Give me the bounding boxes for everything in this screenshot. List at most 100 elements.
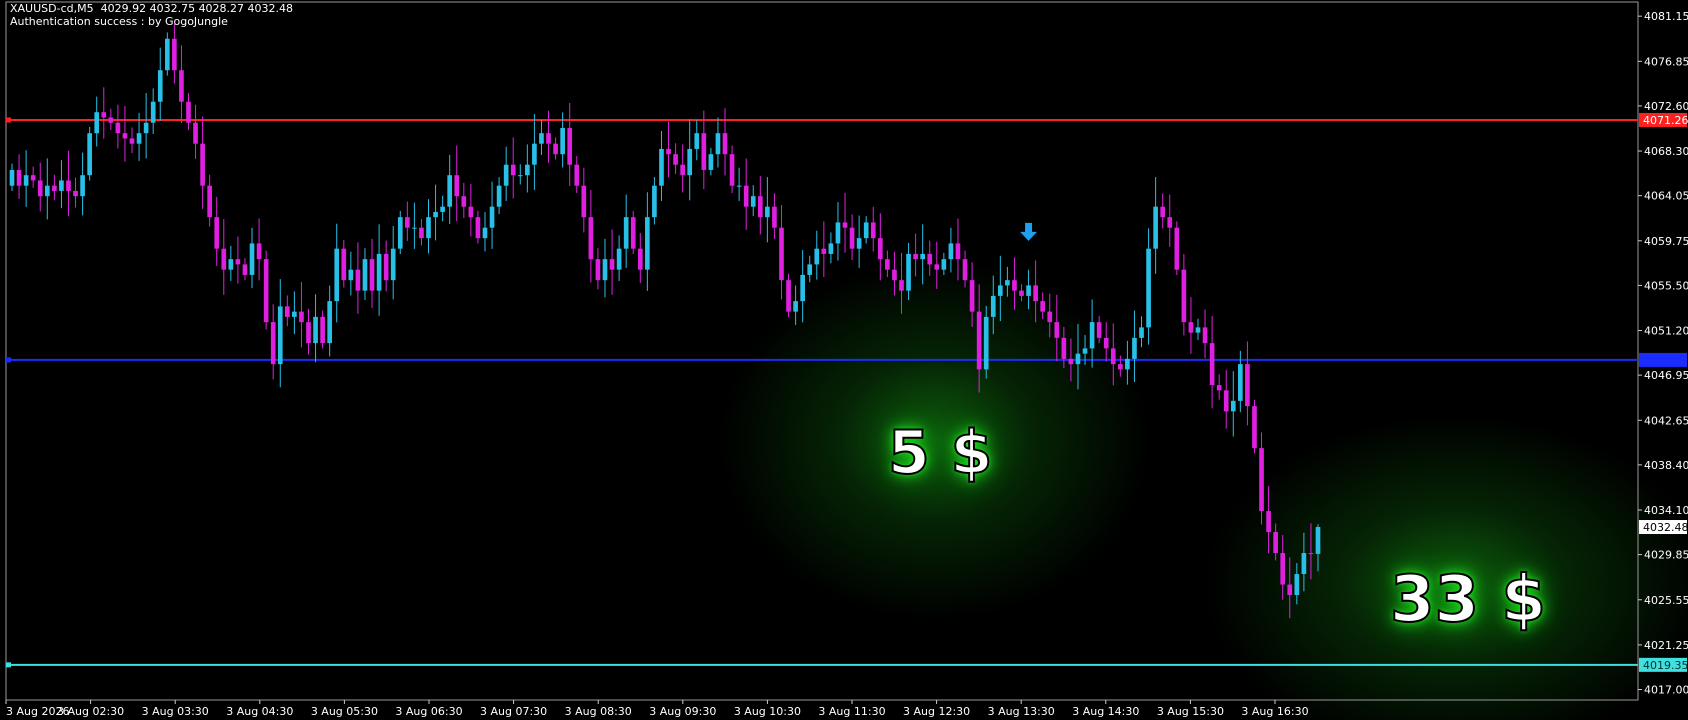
candle-body [574, 164, 580, 186]
candle-body [539, 133, 544, 144]
candle-body [299, 311, 304, 323]
x-tick-label: 3 Aug 14:30 [1072, 705, 1139, 718]
candle-body [1103, 337, 1109, 349]
candle-body [115, 122, 121, 134]
candle-body [645, 217, 650, 270]
candle-body [955, 243, 961, 260]
candle-body [849, 227, 855, 249]
candle-body [503, 164, 509, 186]
candle-body [1019, 290, 1024, 296]
candle-body [440, 206, 445, 212]
candle-body [1266, 511, 1271, 533]
y-tick-label: 4038.40 [1644, 459, 1688, 472]
candle-body [715, 133, 721, 155]
candle-body [892, 269, 897, 281]
y-tick-label: 4021.25 [1644, 639, 1688, 652]
candle-body [588, 217, 594, 260]
x-tick-label: 3 Aug 03:30 [142, 705, 209, 718]
candle-body [433, 211, 438, 218]
candle-body [906, 253, 911, 291]
candle-body [193, 122, 198, 144]
candle-body [1040, 301, 1046, 312]
candle-body [821, 248, 827, 254]
candle-body [899, 280, 904, 291]
candle-body [59, 180, 64, 191]
candle-body [1245, 364, 1250, 407]
candle-body [779, 227, 784, 281]
candle-body [249, 243, 255, 275]
candle-body [729, 154, 735, 186]
candle-body [186, 101, 191, 123]
candle-body [214, 217, 220, 249]
candle-body [1082, 348, 1088, 354]
candle-body [207, 185, 212, 218]
candle-body [1195, 327, 1201, 333]
candle-body [355, 269, 361, 291]
candle-body [1188, 322, 1194, 333]
candle-body [1047, 311, 1053, 323]
candle-body [1125, 358, 1130, 370]
candle-body [1118, 364, 1123, 370]
candle-body [412, 227, 417, 229]
candle-body [983, 316, 989, 370]
y-tick-label: 4055.50 [1644, 279, 1688, 292]
candle-body [1061, 337, 1067, 359]
candle-body [1280, 553, 1286, 585]
profit-label-large: 33 $ [1389, 562, 1547, 638]
candle-body [256, 243, 262, 260]
profit-label-small: 5 $ [887, 417, 993, 489]
candle-body [708, 154, 714, 170]
y-tick-label: 4046.95 [1644, 369, 1688, 382]
candle-body [397, 217, 403, 249]
candle-body [334, 248, 340, 302]
y-tick-label: 4068.30 [1644, 145, 1688, 158]
candle-body [136, 133, 142, 144]
candle-body [179, 70, 184, 102]
level-tag-blue [1639, 352, 1687, 367]
candle-body [1259, 448, 1264, 512]
candle-body [263, 259, 269, 323]
x-tick-label: 3 Aug 05:30 [311, 705, 378, 718]
x-tick-label: 3 Aug 13:30 [988, 705, 1055, 718]
candle-body [525, 164, 530, 176]
candle-body [369, 259, 375, 291]
candle-body [1110, 348, 1116, 365]
candle-body [997, 285, 1003, 296]
candle-body [807, 264, 813, 275]
x-tick-label: 3 Aug 07:30 [480, 705, 547, 718]
candle-body [623, 217, 629, 249]
level-handle-blue [6, 357, 11, 363]
candle-body [765, 206, 770, 218]
candle-body [532, 143, 537, 165]
x-tick-label: 3 Aug 06:30 [395, 705, 462, 718]
candle-body [757, 196, 763, 218]
candle-body [1068, 358, 1074, 365]
candle-body [292, 311, 297, 317]
candle-body [595, 259, 601, 281]
candle-body [602, 259, 608, 281]
candle-body [313, 316, 318, 344]
candle-body [877, 238, 883, 260]
candle-body [1308, 553, 1314, 555]
y-tick-label: 4017.00 [1644, 684, 1688, 697]
candle-body [934, 264, 940, 270]
candle-body [383, 253, 389, 281]
x-tick-label: 3 Aug 15:30 [1157, 705, 1224, 718]
y-tick-label: 4029.85 [1644, 549, 1688, 562]
candle-body [405, 217, 410, 228]
sell-signal-arrow-icon [1020, 222, 1038, 241]
y-tick-label: 4034.10 [1644, 504, 1688, 517]
candle-body [242, 264, 248, 275]
candle-body [348, 269, 354, 281]
level-handle-red [6, 117, 11, 123]
y-tick-label: 4072.60 [1644, 100, 1688, 113]
candle-body [1174, 227, 1180, 270]
candle-body [510, 164, 516, 176]
candle-body [1033, 285, 1038, 302]
candle-body [1005, 280, 1010, 286]
candle-body [616, 248, 622, 270]
candle-body [475, 217, 481, 239]
candle-body [235, 259, 241, 265]
candle-body [913, 253, 918, 260]
y-tick-label: 4051.20 [1644, 325, 1688, 338]
